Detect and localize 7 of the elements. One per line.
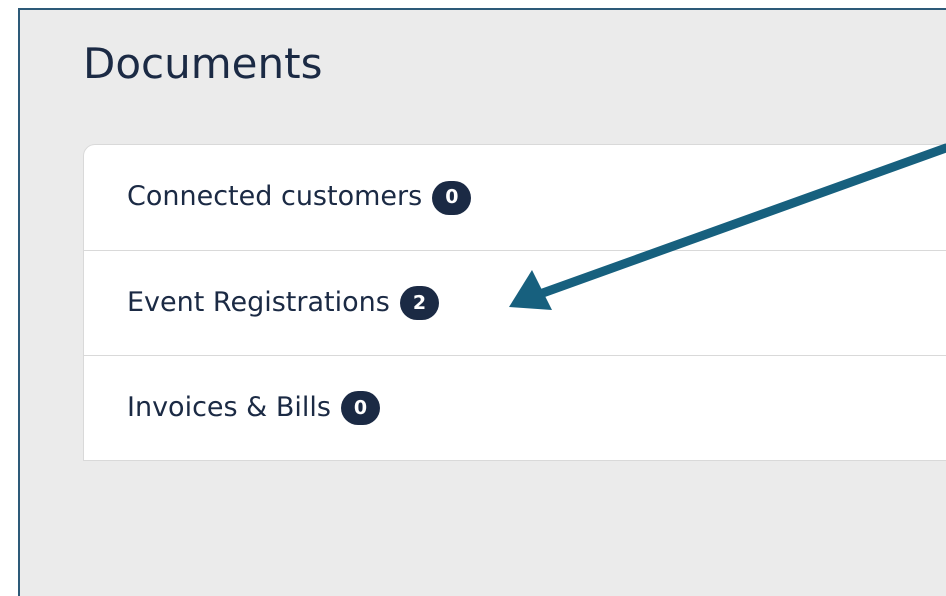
- document-category-link[interactable]: Invoices & Bills: [127, 388, 331, 428]
- page-title: Documents: [83, 38, 322, 90]
- count-badge: 0: [340, 391, 380, 425]
- document-category-link[interactable]: Event Registrations: [127, 282, 390, 324]
- document-category-link[interactable]: Connected customers: [127, 177, 422, 218]
- count-badge: 2: [400, 286, 440, 320]
- count-badge: 0: [432, 180, 472, 214]
